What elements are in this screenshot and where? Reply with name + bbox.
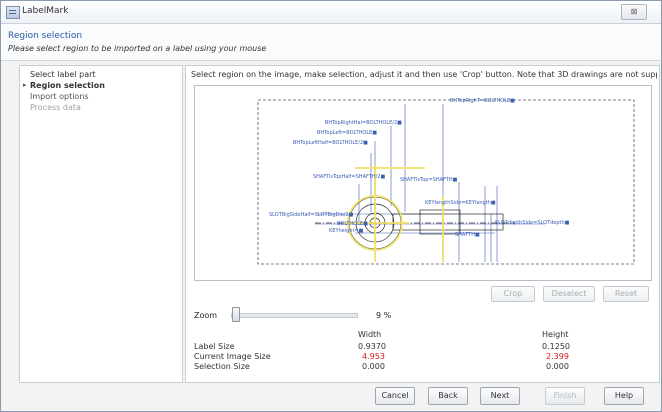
window-title: LabelMark (22, 6, 69, 16)
step-process-data: Process data (30, 103, 81, 112)
label-bh-top-right: BHTopRighT=BOLTHOLE■ (450, 98, 515, 104)
label-shaft-top-half: SHAFTisTopHalf=SHAFTH/2■ (313, 174, 385, 180)
label-shaft-top: SHAFTisTop=SHAFTH■ (400, 177, 458, 183)
current-image-size-label: Current Image Size (194, 352, 271, 361)
label-shafth: SHAFTH■ (455, 232, 480, 238)
instruction-text: Select region on the image, make selecti… (191, 70, 657, 79)
height-column-header: Height (542, 330, 569, 339)
finish-button[interactable]: Finish (545, 387, 585, 405)
close-button[interactable]: ⊠ (621, 4, 647, 20)
drawing-canvas[interactable]: BHTopRighT=BOLTHOLE■ BHTopRightHal=BOLTH… (194, 85, 652, 281)
page-subtitle: Please select region to be imported on a… (8, 44, 267, 53)
content-pane: Select region on the image, make selecti… (185, 65, 660, 383)
dimension-lines (315, 104, 545, 262)
close-icon: ⊠ (630, 7, 638, 16)
labelmark-window: LabelMark ⊠ Region selection Please sele… (0, 0, 662, 412)
current-image-size-width: 4.953 (362, 352, 385, 361)
current-step-arrow-icon: ▸ (23, 81, 27, 89)
label-bolthole: BOLTHOLE■ (337, 221, 368, 227)
width-column-header: Width (358, 330, 382, 339)
crop-button[interactable]: Crop (491, 286, 535, 302)
help-button[interactable]: Help (604, 387, 644, 405)
wizard-steps-pane: ▸ Select label part Region selection Imp… (19, 65, 183, 383)
reset-button[interactable]: Reset (603, 286, 649, 302)
title-bar[interactable]: LabelMark ⊠ (1, 1, 661, 24)
deselect-button[interactable]: Deselect (543, 286, 595, 302)
cancel-button[interactable]: Cancel (375, 387, 415, 405)
step-import-options[interactable]: Import options (30, 92, 89, 101)
label-bh-top-left: BHTopLeft=BOLTHOLE■ (317, 130, 377, 136)
selection-size-label: Selection Size (194, 362, 250, 371)
selection-size-height: 0.000 (546, 362, 569, 371)
label-slot-depth-side: SLOTdepthSide=SLOTdepth■ (495, 220, 570, 226)
page-title: Region selection (8, 31, 83, 41)
label-bh-top-left-half: BHTopLeftHalf=BOLTHOLE/2■ (293, 140, 368, 146)
label-size-width: 0.9370 (358, 342, 386, 351)
zoom-slider-thumb[interactable] (232, 307, 240, 322)
label-slot-big-side-half: SLOTBigSideHalf=SLOTBigDia/2■ (269, 212, 354, 218)
current-image-size-height: 2.399 (546, 352, 569, 361)
zoom-slider-track[interactable] (231, 313, 358, 318)
wizard-header: Region selection Please select region to… (1, 24, 661, 61)
step-region-selection[interactable]: Region selection (30, 81, 105, 90)
zoom-label: Zoom (194, 311, 218, 320)
label-size-label: Label Size (194, 342, 235, 351)
next-button[interactable]: Next (480, 387, 520, 405)
step-select-label-part[interactable]: Select label part (30, 70, 96, 79)
drawing-svg: BHTopRighT=BOLTHOLE■ BHTopRightHal=BOLTH… (257, 98, 635, 265)
label-key-length-side: KEYlengthSide=KEYlength■ (425, 200, 496, 206)
zoom-value: 9 % (376, 311, 392, 320)
app-icon (6, 6, 20, 19)
back-button[interactable]: Back (428, 387, 468, 405)
label-size-height: 0.1250 (542, 342, 570, 351)
label-key-height: KEYheight=■ (329, 228, 364, 234)
label-bh-top-right-half: BHTopRightHal=BOLTHOLE/2■ (325, 120, 402, 126)
selection-size-width: 0.000 (362, 362, 385, 371)
